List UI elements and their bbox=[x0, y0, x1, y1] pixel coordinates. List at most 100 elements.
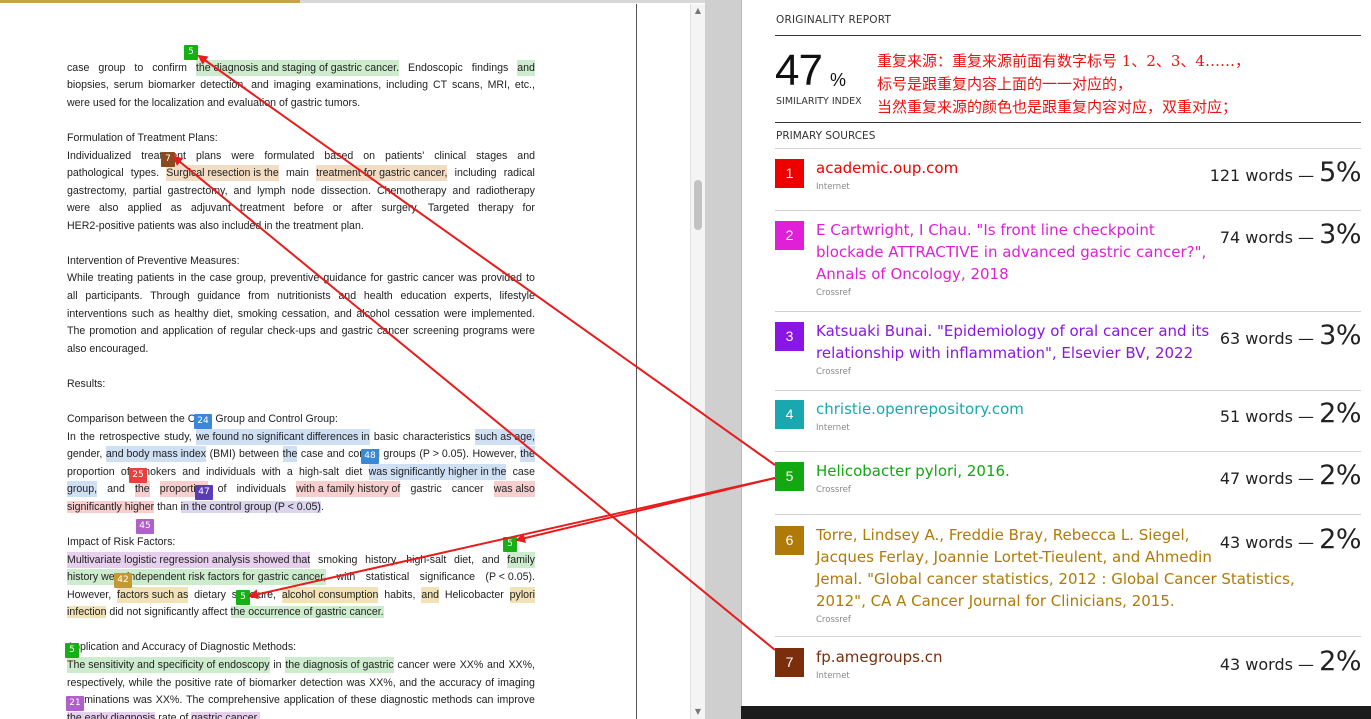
doc-line: group, and the proportion of individuals with … bbox=[67, 481, 535, 497]
source-type: Internet bbox=[816, 182, 850, 192]
doc-line: The promotion and application of regular check… bbox=[67, 325, 535, 337]
doc-line: Individualizedtreatmentplanswereformulat… bbox=[67, 150, 535, 162]
source-title-line: christie.openrepository.com bbox=[816, 400, 1024, 418]
doc-line: also encouraged. bbox=[67, 343, 149, 355]
doc-line: gastrectomy, partial gastrectomy, and lymph n… bbox=[67, 185, 535, 197]
source-tag[interactable]: 5 bbox=[65, 643, 79, 658]
source-tag[interactable]: 25 bbox=[129, 468, 147, 483]
divider-rule bbox=[775, 311, 1361, 312]
doc-line: history were independent risk factors fo… bbox=[67, 569, 535, 585]
source-count: 74 words — 3% bbox=[1219, 219, 1362, 250]
similarity-value: 47 bbox=[775, 46, 823, 95]
source-count: 43 words — 2% bbox=[1220, 524, 1362, 555]
doc-line: However, factors such as dietary structure,… bbox=[67, 587, 535, 603]
document-scrollbar[interactable]: ▲ ▼ bbox=[690, 4, 705, 719]
source-title-line: blockade ATTRACTIVE in advanced gastric … bbox=[816, 243, 1207, 261]
note-line: 重复来源：重复来源前面有数字标号 1、2、3、4……， bbox=[877, 52, 1250, 70]
source-count: 47 words — 2% bbox=[1219, 460, 1362, 491]
doc-heading: Results: bbox=[67, 378, 106, 390]
source-title-line: fp.amegroups.cn bbox=[816, 648, 943, 666]
scrollbar-thumb[interactable] bbox=[694, 180, 702, 230]
source-tag[interactable]: 48 bbox=[361, 449, 379, 464]
doc-line: the early diagnosis rate of gastric canc… bbox=[67, 710, 535, 719]
report-title: ORIGINALITY REPORT bbox=[776, 14, 892, 26]
doc-heading: Formulation of Treatment Plans: bbox=[67, 132, 218, 144]
divider-rule bbox=[775, 451, 1361, 452]
source-title-line: relationship with inflammation", Elsevie… bbox=[816, 344, 1194, 362]
source-number: 5 bbox=[775, 462, 804, 491]
document-viewer[interactable]: case group to confirm the diagnosis and stag… bbox=[0, 0, 705, 719]
note-line: 当然重复来源的颜色也是跟重复内容对应，双重对应； bbox=[877, 98, 1238, 116]
doc-heading: Application and Accuracy of Diagnostic M… bbox=[67, 641, 297, 653]
doc-heading: Comparison between the Case Group and Co… bbox=[67, 413, 338, 425]
source-tag[interactable]: 21 bbox=[66, 696, 84, 711]
doc-line: gender, and body mass index (BMI) between th… bbox=[67, 446, 535, 462]
similarity-unit: % bbox=[830, 70, 847, 90]
match-percent: 5% bbox=[1319, 157, 1361, 188]
doc-line: were also applied as adjuvant treatment before… bbox=[67, 202, 535, 214]
source-title[interactable]: fp.amegroups.cn bbox=[816, 646, 1216, 668]
doc-line: biopsies, serum biomarker detection, and imag… bbox=[67, 79, 535, 91]
doc-line: infection did not significantly affect t… bbox=[67, 606, 384, 618]
doc-line: interventions such as healthy diet, smoking ce… bbox=[67, 308, 535, 320]
source-tag[interactable]: 5 bbox=[236, 590, 250, 605]
source-tag[interactable]: 24 bbox=[194, 414, 212, 429]
word-count: 43 words — bbox=[1219, 655, 1315, 674]
source-tag[interactable]: 45 bbox=[136, 519, 154, 534]
scroll-up-icon[interactable]: ▲ bbox=[691, 4, 705, 18]
divider-rule bbox=[775, 122, 1361, 123]
source-title[interactable]: Katsuaki Bunai. "Epidemiology of oral ca… bbox=[816, 320, 1216, 364]
source-type: Internet bbox=[816, 671, 850, 681]
match-percent: 2% bbox=[1319, 646, 1361, 677]
pane-divider[interactable] bbox=[705, 0, 741, 719]
source-number: 1 bbox=[775, 159, 804, 188]
source-title[interactable]: Helicobacter pylori, 2016. bbox=[816, 460, 1216, 482]
doc-line: The sensitivity and specificity of endos… bbox=[67, 657, 535, 673]
divider-rule bbox=[775, 35, 1361, 36]
active-tab-indicator bbox=[0, 0, 300, 3]
note-line: 标号是跟重复内容上面的一一对应的， bbox=[877, 75, 1133, 93]
match-percent: 3% bbox=[1319, 219, 1361, 250]
source-tag[interactable]: 42 bbox=[114, 573, 132, 588]
source-title[interactable]: academic.oup.com bbox=[816, 157, 1216, 179]
document-page: case group to confirm the diagnosis and stag… bbox=[0, 4, 637, 719]
report-bottom-bar bbox=[741, 706, 1371, 719]
divider-rule bbox=[775, 210, 1361, 211]
source-title[interactable]: christie.openrepository.com bbox=[816, 398, 1216, 420]
doc-line: case group to confirm the diagnosis and stag… bbox=[67, 60, 535, 76]
source-count: 51 words — 2% bbox=[1219, 398, 1362, 429]
source-title[interactable]: Torre, Lindsey A., Freddie Bray, Rebecca… bbox=[816, 524, 1295, 612]
source-tag[interactable]: 47 bbox=[195, 485, 213, 500]
document-gutter bbox=[638, 4, 690, 719]
source-title-line: Katsuaki Bunai. "Epidemiology of oral ca… bbox=[816, 322, 1210, 340]
source-type: Crossref bbox=[816, 485, 851, 495]
annotation-note: 重复来源：重复来源前面有数字标号 1、2、3、4……， 标号是跟重复内容上面的一… bbox=[877, 50, 1367, 119]
word-count: 51 words — bbox=[1219, 407, 1315, 426]
match-percent: 2% bbox=[1319, 398, 1361, 429]
source-tag[interactable]: 5 bbox=[503, 537, 517, 552]
source-number: 2 bbox=[775, 221, 804, 250]
source-title[interactable]: E Cartwright, I Chau. "Is front line che… bbox=[816, 219, 1216, 285]
match-percent: 3% bbox=[1319, 320, 1361, 351]
divider-rule bbox=[775, 636, 1361, 637]
source-title-line: academic.oup.com bbox=[816, 159, 959, 177]
doc-line: In the retrospective study, we found no sign… bbox=[67, 429, 535, 445]
source-title-line: Jemal. "Global cancer statistics, 2012 :… bbox=[816, 570, 1295, 588]
source-title-line: 2012", CA A Cancer Journal for Clinician… bbox=[816, 592, 1175, 610]
doc-line: Multivariate logistic regression analysi… bbox=[67, 552, 535, 568]
scroll-down-icon[interactable]: ▼ bbox=[691, 705, 705, 719]
word-count: 63 words — bbox=[1219, 329, 1315, 348]
source-tag[interactable]: 7 bbox=[161, 152, 175, 167]
word-count: 47 words — bbox=[1219, 469, 1315, 488]
source-tag[interactable]: 5 bbox=[184, 45, 198, 60]
doc-line: significantly higher than in the control… bbox=[67, 501, 324, 513]
match-percent: 2% bbox=[1319, 460, 1361, 491]
source-type: Crossref bbox=[816, 288, 851, 298]
doc-line: examinations was XX%. The comprehensive appli… bbox=[67, 694, 535, 706]
source-title-line: Annals of Oncology, 2018 bbox=[816, 265, 1009, 283]
doc-line: HER2-positive patients was also included… bbox=[67, 220, 364, 232]
source-title-line: Torre, Lindsey A., Freddie Bray, Rebecca… bbox=[816, 526, 1190, 544]
source-type: Internet bbox=[816, 423, 850, 433]
doc-line: pathological types. Surgical resection is … bbox=[67, 165, 535, 181]
word-count: 74 words — bbox=[1219, 228, 1315, 247]
